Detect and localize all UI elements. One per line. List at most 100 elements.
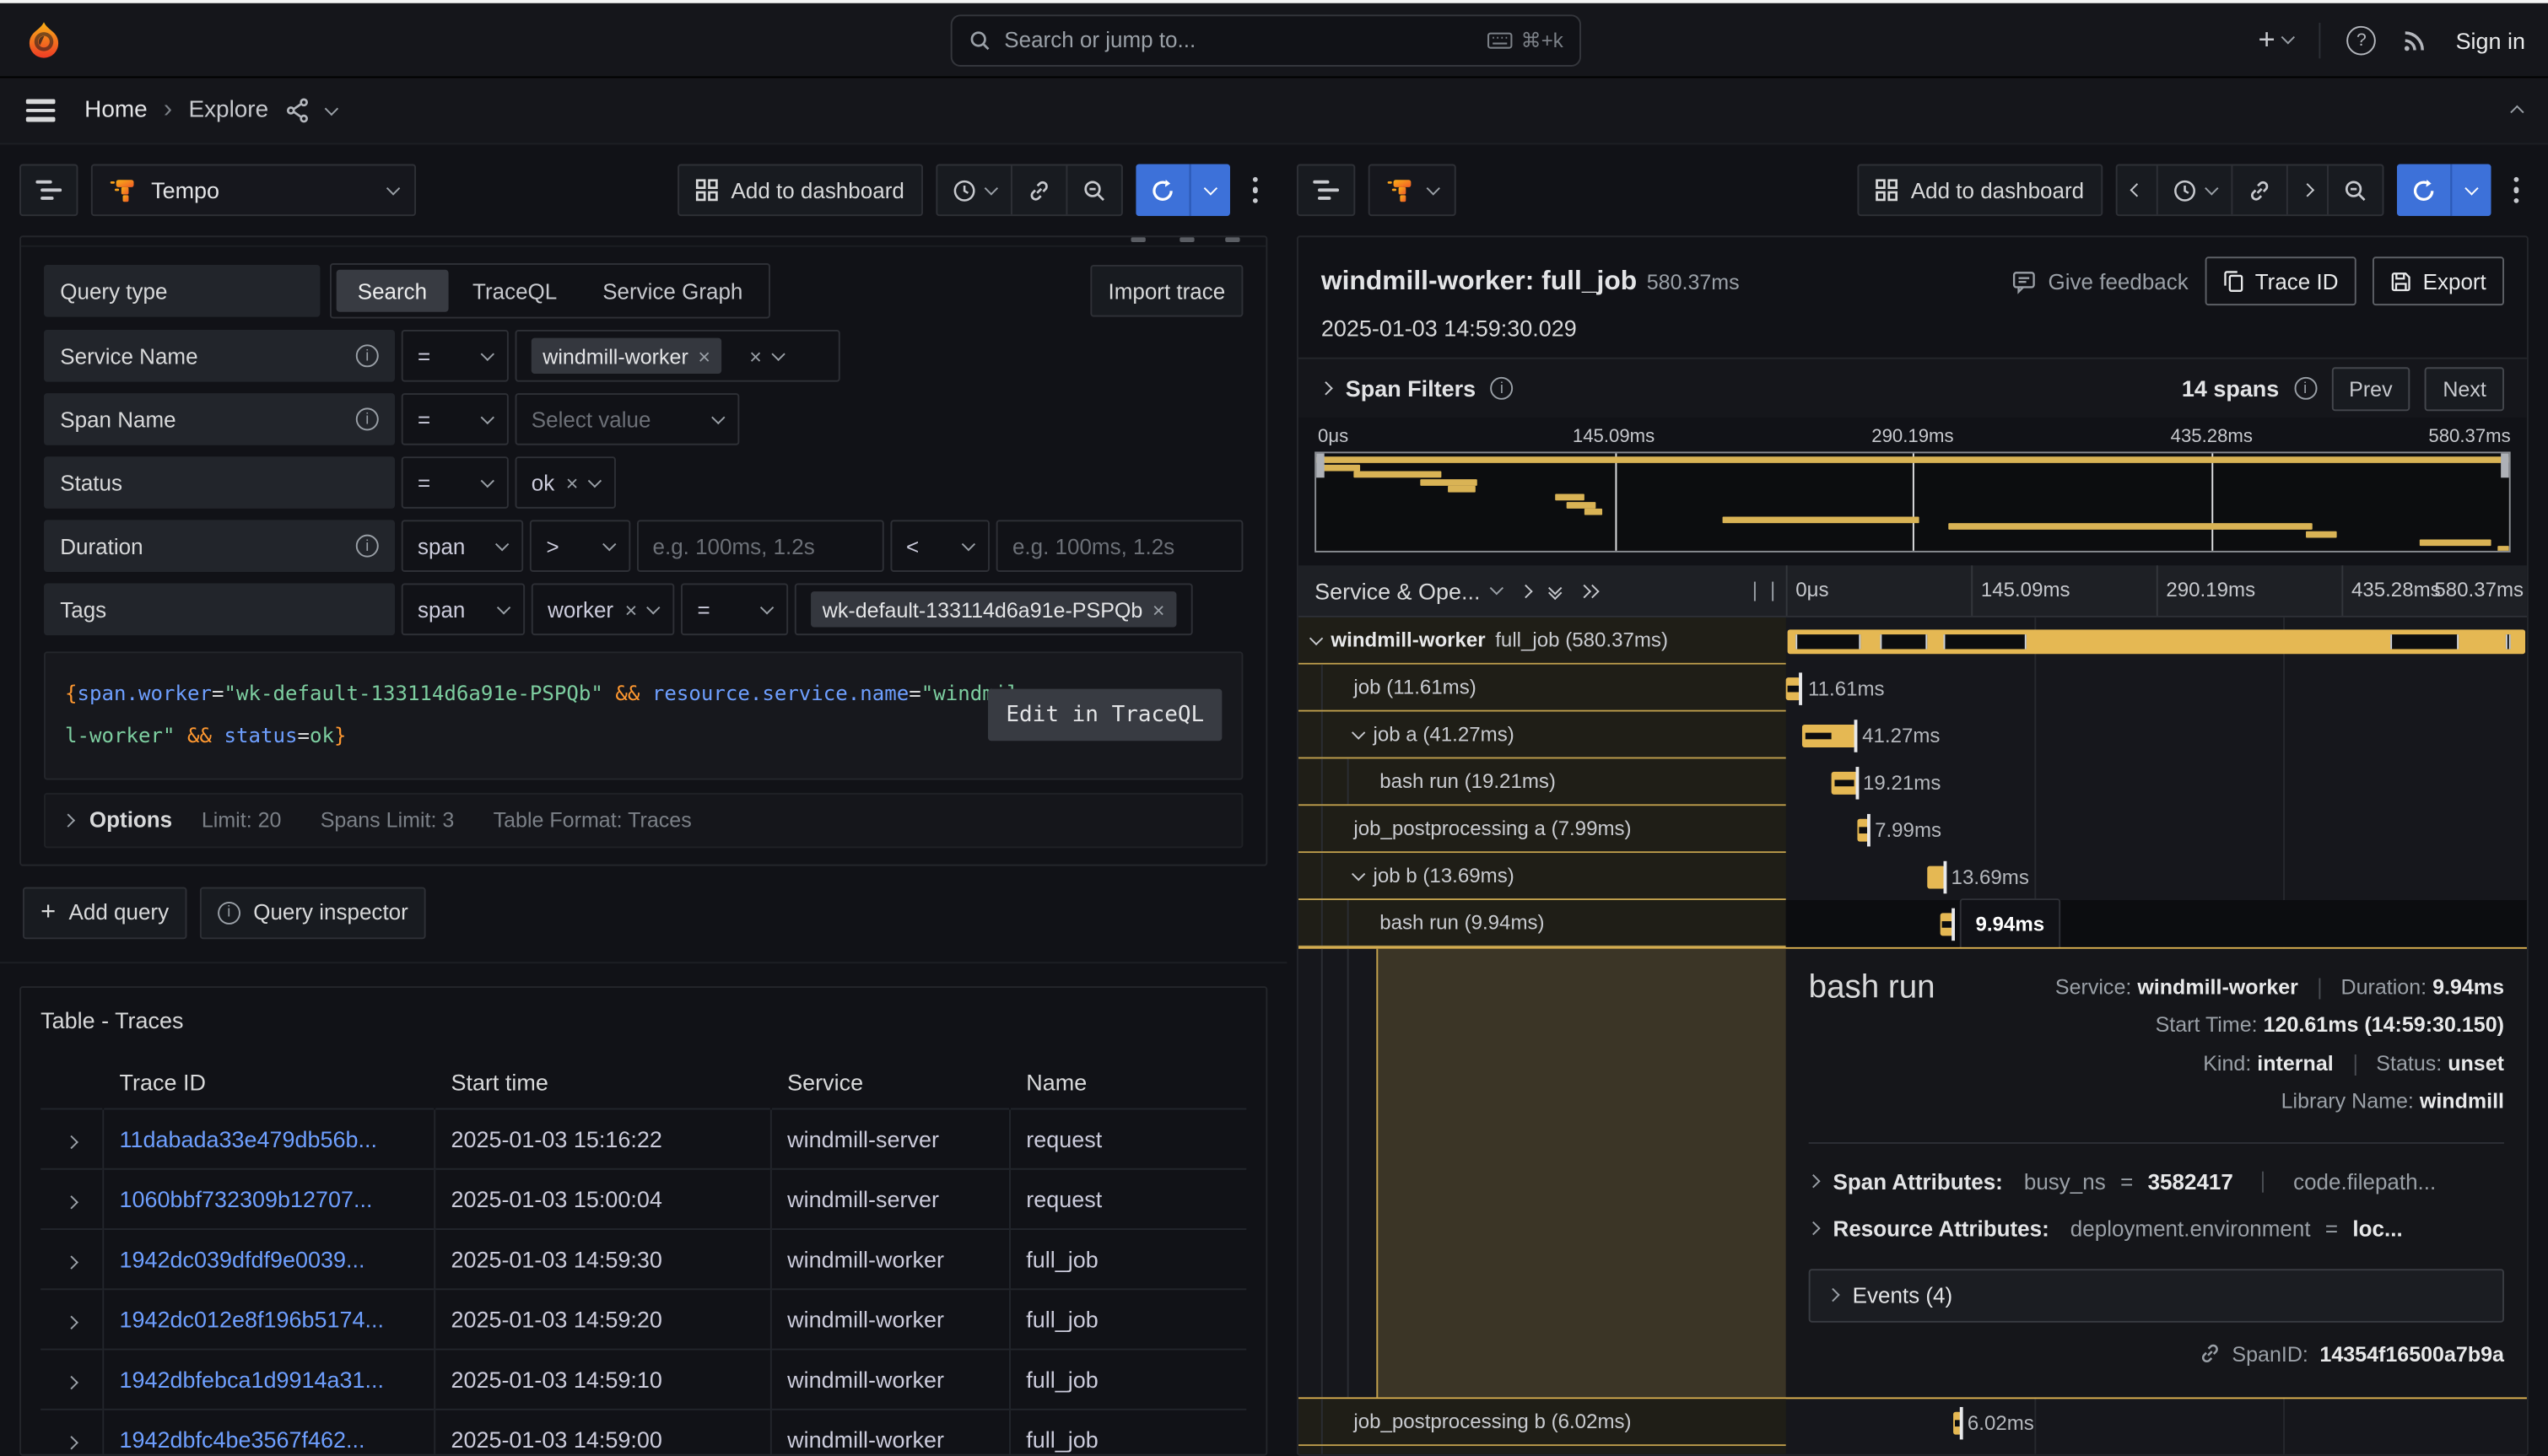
- collapse-span-icon[interactable]: [1352, 725, 1365, 739]
- shift-time-back-button[interactable]: [2117, 165, 2157, 214]
- tag-value-chip[interactable]: wk-default-133114d6a91e-PSPQb×: [811, 591, 1176, 627]
- col-trace-id[interactable]: Trace ID: [102, 1055, 434, 1108]
- add-to-dashboard-button[interactable]: Add to dashboard: [677, 164, 922, 217]
- span-row[interactable]: job a (41.27ms) 41.27ms: [1298, 712, 2527, 759]
- breadcrumb-home[interactable]: Home: [84, 98, 148, 124]
- span-id-value[interactable]: 14354f16500a7b9a: [2319, 1341, 2504, 1366]
- span-row[interactable]: job c (286.87ms) 286.87ms: [1298, 1446, 2527, 1454]
- news-rss-icon[interactable]: [2402, 26, 2430, 54]
- events-section[interactable]: Events (4): [1809, 1268, 2504, 1322]
- resource-attributes-row[interactable]: Resource Attributes: deployment.environm…: [1809, 1216, 2504, 1241]
- span-row[interactable]: bash run (19.21ms) 19.21ms: [1298, 758, 2527, 806]
- trace-id-link[interactable]: 1942dc012e8f196b5174...: [102, 1288, 434, 1348]
- tag-value[interactable]: wk-default-133114d6a91e-PSPQb×: [795, 583, 1192, 635]
- new-menu-button[interactable]: +: [2259, 23, 2293, 57]
- span-table-name-header[interactable]: Service & Ope... ❘❘: [1298, 565, 1786, 616]
- add-query-button[interactable]: + Add query: [23, 887, 186, 939]
- collapse-chevron-up-icon[interactable]: [2510, 105, 2524, 119]
- service-name-operator[interactable]: =: [402, 330, 509, 382]
- refresh-interval-chevron[interactable]: [2449, 164, 2490, 217]
- span-row[interactable]: job_postprocessing a (7.99ms) 7.99ms: [1298, 806, 2527, 853]
- query-inspector-button[interactable]: i Query inspector: [200, 887, 426, 939]
- tag-key[interactable]: worker ×: [532, 583, 675, 635]
- span-row[interactable]: job (11.61ms) 11.61ms: [1298, 665, 2527, 712]
- remove-tag-icon[interactable]: ×: [625, 599, 638, 620]
- remove-value-icon[interactable]: ×: [566, 472, 579, 493]
- kebab-menu-icon[interactable]: [1242, 176, 1267, 203]
- next-span-button[interactable]: Next: [2425, 366, 2504, 410]
- datasource-picker-mini[interactable]: [1368, 164, 1456, 217]
- expand-row-icon[interactable]: [1521, 585, 1531, 596]
- help-icon[interactable]: ?: [2347, 25, 2377, 55]
- table-row[interactable]: 11dabada33e479db56b... 2025-01-03 15:16:…: [40, 1108, 1246, 1168]
- remove-chip-icon[interactable]: ×: [698, 345, 710, 366]
- link-split-button[interactable]: [1012, 165, 1066, 214]
- collapse-span-icon[interactable]: [1309, 631, 1323, 644]
- zoom-out-button[interactable]: [1066, 165, 1120, 214]
- duration-gt-operator[interactable]: >: [530, 520, 629, 572]
- search-input[interactable]: Search or jump to... ⌘+k: [951, 13, 1581, 66]
- share-icon[interactable]: [284, 98, 310, 124]
- expand-all-icon[interactable]: [1579, 585, 1597, 596]
- tag-scope[interactable]: span: [402, 583, 525, 635]
- expand-row-icon[interactable]: [64, 1254, 78, 1268]
- edit-in-traceql-button[interactable]: Edit in TraceQL: [988, 689, 1222, 741]
- sign-in-link[interactable]: Sign in: [2456, 27, 2525, 53]
- outline-toggle-button[interactable]: [1297, 164, 1355, 217]
- col-name[interactable]: Name: [1009, 1055, 1246, 1108]
- expand-row-icon[interactable]: [64, 1194, 78, 1208]
- trace-id-link[interactable]: 1942dbfebca1d9914a31...: [102, 1349, 434, 1409]
- tab-traceql[interactable]: TraceQL: [451, 270, 578, 312]
- shift-time-forward-button[interactable]: [2287, 165, 2328, 214]
- table-row[interactable]: 1942dc039dfdf9e0039... 2025-01-03 14:59:…: [40, 1228, 1246, 1288]
- span-filters-bar[interactable]: Span Filters i 14 spans i Prev Next: [1298, 358, 2527, 418]
- expand-row-icon[interactable]: [64, 1435, 78, 1448]
- minimap-canvas[interactable]: [1314, 451, 2511, 552]
- link-split-button[interactable]: [2232, 165, 2286, 214]
- trace-id-link[interactable]: 1060bbf732309b12707...: [102, 1168, 434, 1228]
- expand-row-icon[interactable]: [64, 1135, 78, 1148]
- duration-gt-input[interactable]: [636, 520, 883, 572]
- breadcrumb-chevron-down-icon[interactable]: [325, 101, 338, 115]
- outline-toggle-button[interactable]: [19, 164, 78, 217]
- duration-scope[interactable]: span: [402, 520, 524, 572]
- span-name-operator[interactable]: =: [402, 393, 509, 445]
- col-service[interactable]: Service: [770, 1055, 1009, 1108]
- clear-icon[interactable]: ×: [749, 345, 762, 366]
- trace-id-link[interactable]: 11dabada33e479db56b...: [102, 1108, 434, 1168]
- tag-operator[interactable]: =: [681, 583, 788, 635]
- duration-lt-operator[interactable]: <: [890, 520, 990, 572]
- tab-service-graph[interactable]: Service Graph: [581, 270, 764, 312]
- expand-row-icon[interactable]: [64, 1375, 78, 1389]
- span-row-selected[interactable]: bash run (9.94ms) 9.94ms: [1298, 900, 2527, 947]
- span-row[interactable]: job_postprocessing b (6.02ms) 6.02ms: [1298, 1399, 2527, 1446]
- refresh-interval-chevron[interactable]: [1189, 164, 1229, 217]
- import-trace-button[interactable]: Import trace: [1090, 265, 1243, 317]
- table-row[interactable]: 1942dbfebca1d9914a31... 2025-01-03 14:59…: [40, 1349, 1246, 1409]
- col-start-time[interactable]: Start time: [434, 1055, 770, 1108]
- span-row-root[interactable]: windmill-worker full_job (580.37ms): [1298, 617, 2527, 665]
- refresh-icon[interactable]: [1135, 164, 1189, 217]
- table-row[interactable]: 1060bbf732309b12707... 2025-01-03 15:00:…: [40, 1168, 1246, 1228]
- prev-span-button[interactable]: Prev: [2331, 366, 2410, 410]
- service-name-chip[interactable]: windmill-worker×: [532, 338, 722, 374]
- options-row[interactable]: Options Limit: 20 Spans Limit: 3 Table F…: [44, 792, 1243, 847]
- span-row[interactable]: job b (13.69ms) 13.69ms: [1298, 853, 2527, 900]
- duration-lt-input[interactable]: [996, 520, 1244, 572]
- remove-chip-icon[interactable]: ×: [1153, 599, 1165, 620]
- tab-search[interactable]: Search: [337, 270, 448, 312]
- run-query-button[interactable]: [1135, 164, 1229, 217]
- time-picker-button[interactable]: [937, 165, 1012, 214]
- table-row[interactable]: 1942dbfc4be3567f462... 2025-01-03 14:59:…: [40, 1409, 1246, 1456]
- trace-id-button[interactable]: Trace ID: [2205, 256, 2356, 305]
- minimap-drag-handle-right[interactable]: [2501, 453, 2509, 477]
- zoom-out-button[interactable]: [2328, 165, 2382, 214]
- collapse-all-icon[interactable]: [1550, 583, 1560, 597]
- trace-id-link[interactable]: 1942dbfc4be3567f462...: [102, 1409, 434, 1456]
- run-query-button[interactable]: [2396, 164, 2491, 217]
- expand-row-icon[interactable]: [64, 1315, 78, 1329]
- status-operator[interactable]: =: [402, 456, 509, 509]
- column-resize-handle[interactable]: ❘❘: [1746, 579, 1783, 601]
- minimap-drag-handle-left[interactable]: [1316, 453, 1325, 477]
- add-to-dashboard-button[interactable]: Add to dashboard: [1857, 164, 2102, 217]
